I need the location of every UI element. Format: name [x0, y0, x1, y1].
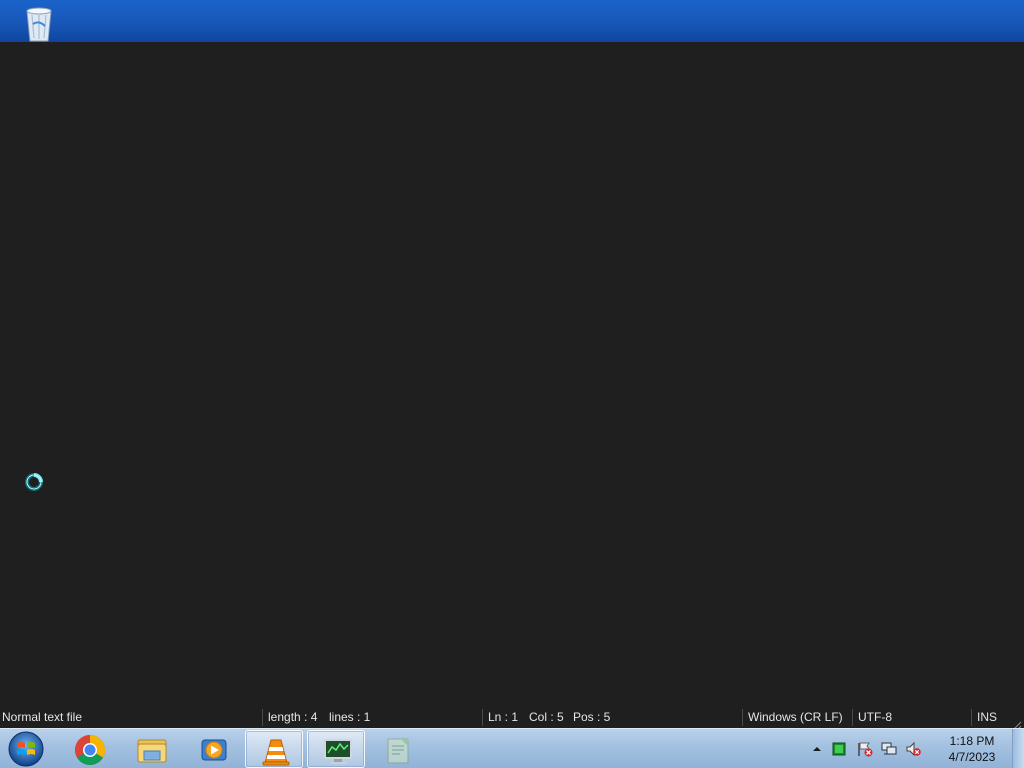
busy-cursor-icon [24, 472, 44, 492]
status-pos: Pos : 5 [573, 710, 611, 724]
file-explorer-icon [137, 739, 167, 763]
taskbar-explorer-button[interactable] [122, 730, 180, 768]
editor-text-area[interactable] [0, 42, 1024, 706]
show-hidden-icons-arrow[interactable] [809, 741, 825, 757]
status-lines: lines : 1 [329, 710, 371, 724]
taskbar-notepad-button[interactable] [368, 730, 426, 768]
status-divider [852, 709, 853, 726]
status-divider [482, 709, 483, 726]
recycle-bin-icon[interactable] [20, 6, 58, 42]
clock-time: 1:18 PM [949, 734, 995, 748]
start-button[interactable] [6, 730, 46, 768]
system-monitor-icon [324, 739, 352, 764]
network-icon[interactable] [881, 741, 897, 757]
chrome-icon [74, 735, 106, 766]
status-col: Col : 5 [529, 710, 564, 724]
vlc-icon [262, 739, 290, 766]
volume-muted-icon[interactable] [905, 741, 921, 757]
action-center-flag-icon[interactable] [857, 741, 873, 757]
status-ln: Ln : 1 [488, 710, 519, 724]
green-app-icon[interactable] [831, 741, 847, 757]
system-tray: 1:18 PM 4/7/2023 [809, 729, 1024, 768]
status-divider [742, 709, 743, 726]
resize-grip-icon[interactable] [1012, 716, 1022, 731]
status-eol[interactable]: Windows (CR LF) [748, 706, 843, 728]
status-insert-mode[interactable]: INS [977, 706, 997, 728]
show-desktop-button[interactable] [1012, 729, 1024, 768]
taskbar-vlc-button[interactable] [245, 730, 303, 768]
status-encoding[interactable]: UTF-8 [858, 706, 892, 728]
taskbar: 1:18 PM 4/7/2023 [0, 728, 1024, 768]
status-file-type: Normal text file [2, 710, 83, 724]
status-divider [971, 709, 972, 726]
status-divider [262, 709, 263, 726]
media-player-icon [201, 739, 227, 761]
taskbar-chrome-button[interactable] [60, 730, 118, 768]
taskbar-clock[interactable]: 1:18 PM 4/7/2023 [937, 733, 1007, 765]
taskbar-system-monitor-button[interactable] [307, 730, 365, 768]
status-length: length : 4 [268, 710, 318, 724]
desktop-wallpaper [0, 0, 1024, 42]
taskbar-media-player-button[interactable] [184, 730, 242, 768]
notepad-plus-plus-icon [387, 736, 411, 764]
status-bar: Normal text file length : 4 lines : 1 Ln… [0, 706, 1024, 731]
clock-date: 4/7/2023 [948, 750, 996, 764]
